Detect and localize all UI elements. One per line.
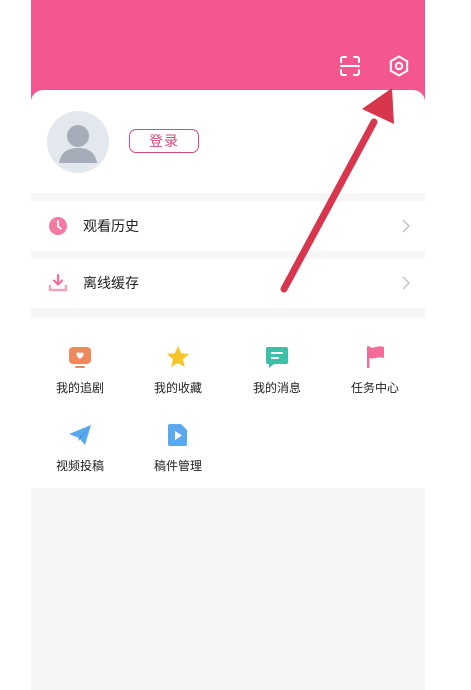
scan-button[interactable] [337,53,363,79]
grid-item-my-series[interactable]: 我的追剧 [45,340,115,396]
grid-item-label: 我的消息 [252,381,301,395]
grid-item-label: 视频投稿 [55,459,104,473]
default-avatar-icon [59,125,97,163]
menu-row-label: 离线缓存 [83,276,139,292]
menu-row-watch-history[interactable]: 观看历史 [31,201,425,251]
grid-item-label: 我的收藏 [153,381,202,395]
chevron-right-icon [402,219,411,233]
star-icon [167,346,189,367]
clock-icon [49,217,67,235]
profile-card: 登录 [31,90,425,193]
feature-grid: 我的追剧 我的收藏 我的消息 任务中心 视频投稿 稿件管理 [31,318,425,488]
menu-row-label: 观看历史 [83,219,139,235]
profile-header [31,0,425,100]
grid-item-manuscript-manage[interactable]: 稿件管理 [143,418,213,474]
tv-icon [69,347,91,368]
grid-item-label: 任务中心 [350,381,399,395]
grid-item-label: 我的追剧 [55,381,104,395]
menu-row-offline-cache[interactable]: 离线缓存 [31,258,425,308]
login-button[interactable]: 登录 [129,129,199,153]
video-file-icon [168,424,187,446]
gear-icon [389,55,409,77]
grid-item-task-center[interactable]: 任务中心 [340,340,410,396]
phone-screen: 登录 观看历史 离线缓存 我的追剧 我的收藏 我的消息 任务中心 视频投稿 稿件… [31,0,425,690]
grid-item-my-messages[interactable]: 我的消息 [242,340,312,396]
message-icon [266,347,288,368]
flag-icon [367,346,384,368]
grid-item-my-favorites[interactable]: 我的收藏 [143,340,213,396]
chevron-right-icon [402,276,411,290]
grid-item-label: 稿件管理 [153,459,202,473]
scan-icon [340,56,360,76]
grid-item-video-submit[interactable]: 视频投稿 [45,418,115,474]
settings-button[interactable] [386,53,412,79]
paper-plane-icon [69,425,91,445]
download-icon [48,273,68,292]
avatar[interactable] [47,111,109,173]
